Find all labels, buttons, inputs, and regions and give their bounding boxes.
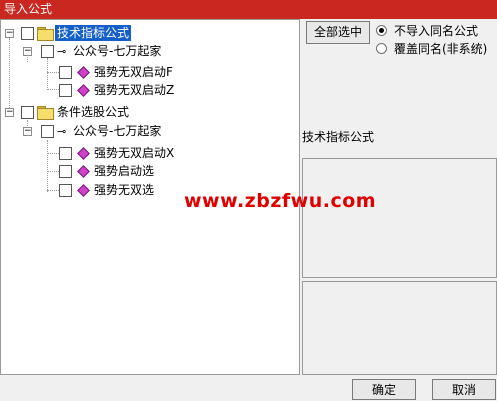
group-label[interactable]: 条件选股公式: [55, 104, 131, 120]
item-label[interactable]: 强势无双选: [92, 182, 156, 198]
formula-type-label: 技术指标公式: [302, 130, 375, 144]
folder-icon: [37, 106, 54, 120]
formula-icon: [77, 147, 90, 160]
tree-item[interactable]: 强势无双启动F: [1, 63, 201, 81]
radio-skip-duplicates[interactable]: 不导入同名公式: [376, 23, 496, 39]
group-checkbox[interactable]: [21, 27, 34, 40]
item-checkbox[interactable]: [59, 165, 72, 178]
author-label[interactable]: 公众号-七万起家: [71, 43, 163, 59]
tree-item[interactable]: 强势无双启动X: [1, 144, 201, 162]
radio-button[interactable]: [376, 43, 387, 54]
item-checkbox[interactable]: [59, 147, 72, 160]
group-checkbox[interactable]: [21, 106, 34, 119]
tree-item[interactable]: 强势无双选: [1, 181, 201, 199]
tree-author-node[interactable]: − ⊸ 公众号-七万起家: [1, 42, 201, 60]
author-checkbox[interactable]: [41, 45, 54, 58]
select-all-button[interactable]: 全部选中: [306, 21, 370, 44]
item-label[interactable]: 强势启动选: [92, 163, 156, 179]
watermark-text: www.zbzfwu.com: [184, 190, 377, 212]
tree-group-technical[interactable]: − 技术指标公式: [1, 24, 161, 42]
tree-item[interactable]: 强势无双启动Z: [1, 81, 201, 99]
collapse-icon[interactable]: −: [23, 127, 32, 136]
group-label[interactable]: 技术指标公式: [55, 25, 132, 41]
item-checkbox[interactable]: [59, 184, 72, 197]
collapse-icon[interactable]: −: [23, 47, 32, 56]
radio-label: 覆盖同名(非系统): [394, 42, 488, 56]
item-checkbox[interactable]: [59, 66, 72, 79]
folder-icon: [37, 27, 54, 41]
formula-icon: [77, 84, 90, 97]
key-icon: ⊸: [57, 125, 67, 138]
formula-icon: [77, 165, 90, 178]
item-label[interactable]: 强势无双启动X: [92, 145, 176, 161]
formula-params-box[interactable]: [302, 281, 497, 375]
key-icon: ⊸: [57, 45, 67, 58]
radio-overwrite[interactable]: 覆盖同名(非系统): [376, 41, 496, 57]
formula-description-box[interactable]: [302, 158, 497, 278]
author-checkbox[interactable]: [41, 125, 54, 138]
author-label[interactable]: 公众号-七万起家: [71, 123, 163, 139]
radio-button[interactable]: [376, 25, 387, 36]
formula-icon: [77, 66, 90, 79]
ok-button[interactable]: 确定: [352, 379, 416, 400]
collapse-icon[interactable]: −: [5, 108, 14, 117]
cancel-button[interactable]: 取消: [432, 379, 496, 400]
radio-label: 不导入同名公式: [394, 24, 479, 38]
window-title: 导入公式: [0, 0, 497, 19]
collapse-icon[interactable]: −: [5, 29, 14, 38]
tree-group-screening[interactable]: − 条件选股公式: [1, 103, 161, 121]
tree-author-node[interactable]: − ⊸ 公众号-七万起家: [1, 122, 201, 140]
tree-item[interactable]: 强势启动选: [1, 162, 201, 180]
item-label[interactable]: 强势无双启动F: [92, 64, 175, 80]
item-checkbox[interactable]: [59, 84, 72, 97]
formula-icon: [77, 184, 90, 197]
item-label[interactable]: 强势无双启动Z: [92, 82, 176, 98]
